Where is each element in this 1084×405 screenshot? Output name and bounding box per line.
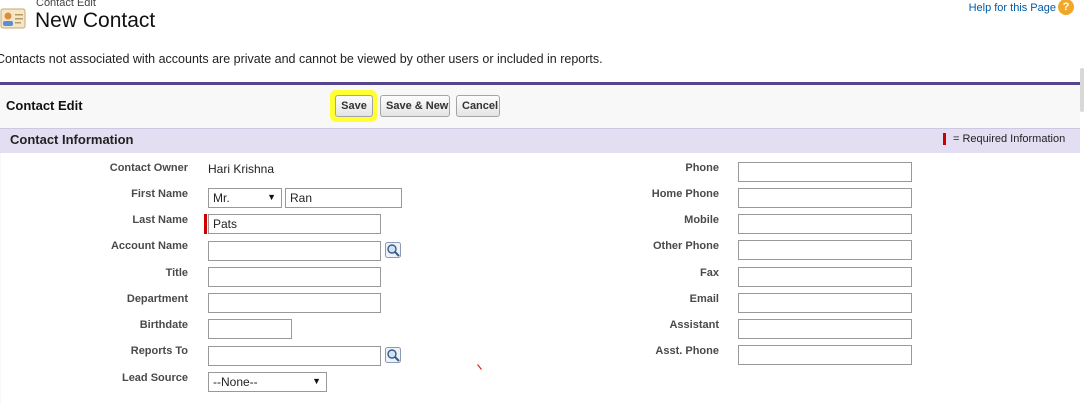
birthdate-label: Birthdate xyxy=(139,319,188,331)
reports-to-field[interactable] xyxy=(208,346,381,366)
asst-phone-field[interactable] xyxy=(738,345,912,365)
chevron-down-icon: ▼ xyxy=(312,376,321,386)
contact-owner-label: Contact Owner xyxy=(109,162,188,174)
email-field[interactable] xyxy=(738,293,912,313)
account-name-label: Account Name xyxy=(110,240,188,252)
mobile-label: Mobile xyxy=(684,214,719,226)
home-phone-label: Home Phone xyxy=(651,188,719,200)
assistant-field[interactable] xyxy=(738,319,912,339)
section-title: Contact Information xyxy=(10,132,134,147)
cancel-button[interactable]: Cancel xyxy=(456,95,500,117)
required-legend: = Required Information xyxy=(953,133,1066,145)
contact-card-icon xyxy=(0,8,26,29)
lead-source-label: Lead Source xyxy=(121,372,188,384)
account-name-field[interactable] xyxy=(208,241,381,261)
other-phone-field[interactable] xyxy=(738,240,912,260)
section-header xyxy=(0,128,1080,153)
salutation-value: Mr. xyxy=(213,191,230,205)
phone-field[interactable] xyxy=(738,162,912,182)
save-and-new-button[interactable]: Save & New xyxy=(380,95,450,117)
asst-phone-label: Asst. Phone xyxy=(655,345,719,357)
lookup-icon[interactable] xyxy=(385,347,401,363)
assistant-label: Assistant xyxy=(669,319,719,331)
scrollbar-thumb[interactable] xyxy=(1080,68,1084,112)
birthdate-field[interactable] xyxy=(208,319,292,339)
salutation-select[interactable]: Mr. ▼ xyxy=(208,188,282,208)
save-button[interactable]: Save xyxy=(335,95,373,117)
first-name-field[interactable] xyxy=(285,188,402,208)
reports-to-label: Reports To xyxy=(130,345,188,357)
chevron-down-icon: ▼ xyxy=(267,192,276,202)
other-phone-label: Other Phone xyxy=(652,240,719,252)
title-field[interactable] xyxy=(208,267,381,287)
lookup-icon[interactable] xyxy=(385,242,401,258)
privacy-notice: Contacts not associated with accounts ar… xyxy=(0,52,603,66)
last-name-label: Last Name xyxy=(132,214,188,226)
help-icon[interactable]: ? xyxy=(1058,0,1074,15)
first-name-label: First Name xyxy=(131,188,188,200)
email-label: Email xyxy=(689,293,719,305)
contact-owner-value: Hari Krishna xyxy=(208,162,275,176)
page-block-title: Contact Edit xyxy=(6,98,83,113)
lead-source-value: --None-- xyxy=(213,375,258,389)
fax-label: Fax xyxy=(700,267,719,279)
page-subtitle: Contact Edit xyxy=(36,0,96,9)
department-label: Department xyxy=(126,293,188,305)
phone-label: Phone xyxy=(685,162,719,174)
help-link[interactable]: Help for this Page xyxy=(969,2,1056,14)
fax-field[interactable] xyxy=(738,267,912,287)
department-field[interactable] xyxy=(208,293,381,313)
title-label: Title xyxy=(165,267,188,279)
stray-mark xyxy=(477,364,482,370)
lead-source-select[interactable]: --None-- ▼ xyxy=(208,372,327,392)
page-title: New Contact xyxy=(35,9,156,32)
required-indicator xyxy=(943,133,946,145)
last-name-field[interactable] xyxy=(208,214,381,234)
mobile-field[interactable] xyxy=(738,214,912,234)
home-phone-field[interactable] xyxy=(738,188,912,208)
required-indicator xyxy=(204,214,207,234)
